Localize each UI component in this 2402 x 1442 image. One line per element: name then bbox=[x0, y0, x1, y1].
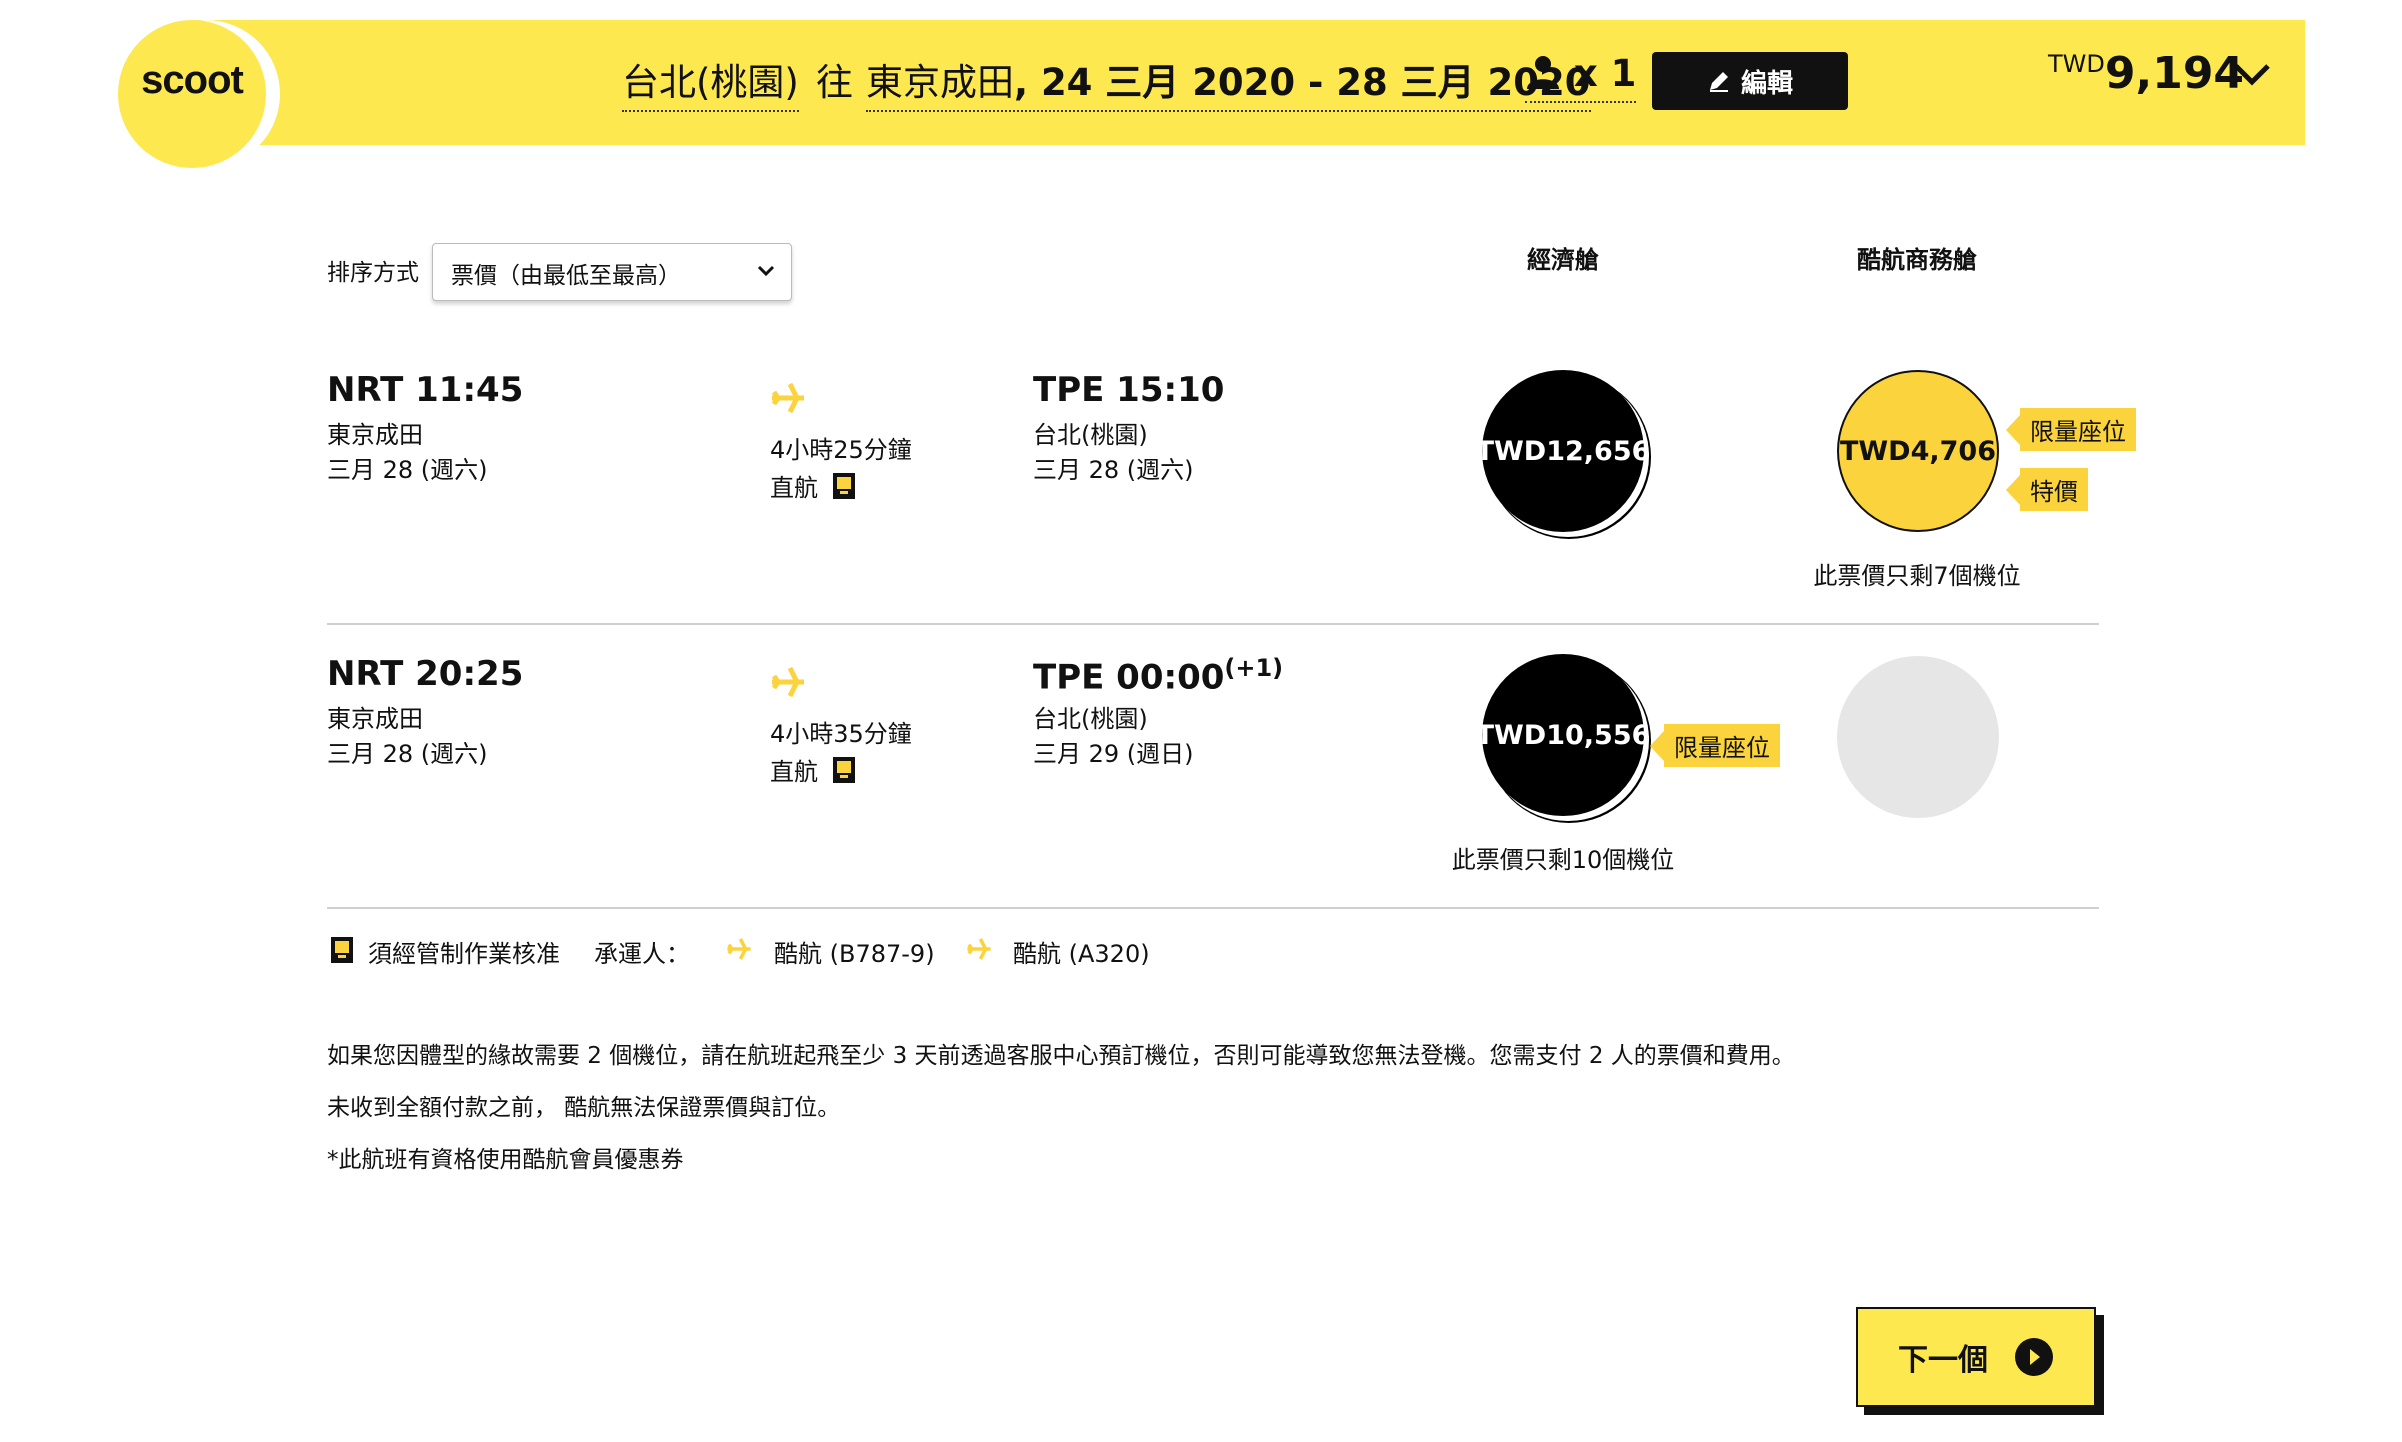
business-fare-unavailable bbox=[1837, 656, 1999, 818]
pencil-icon bbox=[1709, 72, 1728, 92]
note-voucher: *此航班有資格使用酷航會員優惠券 bbox=[327, 1147, 684, 1173]
limited-seats-tag: 限量座位 bbox=[2006, 408, 2136, 451]
plane-icon bbox=[967, 938, 991, 960]
edit-button[interactable]: 編輯 bbox=[1652, 52, 1848, 110]
user-icon bbox=[1527, 56, 1559, 89]
row-divider bbox=[327, 907, 2099, 909]
plane-icon bbox=[771, 666, 804, 698]
arrival-time: TPE 15:10 bbox=[1033, 370, 1225, 410]
business-fare-button[interactable]: TWD4,706 bbox=[1837, 370, 1999, 532]
route-destination-dates[interactable]: 東京成田, 24 三月 2020 - 28 三月 2020 bbox=[866, 52, 1591, 112]
seats-remaining: 此票價只剩7個機位 bbox=[1813, 562, 2021, 590]
special-price-tag: 特價 bbox=[2006, 468, 2088, 511]
departure-time: NRT 20:25 bbox=[327, 654, 524, 694]
carrier-label: 承運人： bbox=[594, 940, 690, 968]
departure-date: 三月 28 (週六) bbox=[327, 456, 488, 484]
economy-fare-button[interactable]: TWD10,556 bbox=[1476, 654, 1650, 816]
document-icon bbox=[331, 937, 353, 963]
plane-icon bbox=[727, 938, 751, 960]
document-icon bbox=[833, 757, 855, 783]
carrier-2: 酷航 (A320) bbox=[1013, 940, 1150, 968]
booking-header: scoot 台北(桃園) 往 東京成田, 24 三月 2020 - 28 三月 … bbox=[0, 0, 2402, 168]
arrow-right-circle-icon bbox=[2015, 1338, 2053, 1376]
total-price[interactable]: TWD9,194 bbox=[2048, 48, 2244, 99]
column-business: 酷航商務艙 bbox=[1857, 246, 1977, 274]
note-payment: 未收到全額付款之前， 酷航無法保證票價與訂位。 bbox=[327, 1095, 841, 1121]
flight-stops: 直航 bbox=[770, 468, 856, 503]
carrier-1: 酷航 (B787-9) bbox=[774, 940, 935, 968]
flight-duration: 4小時35分鐘 bbox=[770, 720, 912, 748]
departure-time: NRT 11:45 bbox=[327, 370, 524, 410]
plane-icon bbox=[771, 382, 804, 414]
route-origin[interactable]: 台北(桃園) bbox=[622, 52, 799, 112]
arrival-date: 三月 29 (週日) bbox=[1033, 740, 1194, 768]
arrival-city: 台北(桃園) bbox=[1033, 421, 1148, 449]
next-button[interactable]: 下一個 bbox=[1856, 1307, 2096, 1407]
flight-stops: 直航 bbox=[770, 752, 856, 787]
flight-duration: 4小時25分鐘 bbox=[770, 436, 912, 464]
departure-city: 東京成田 bbox=[327, 705, 423, 733]
sort-label: 排序方式 bbox=[327, 260, 419, 286]
chevron-down-icon[interactable] bbox=[2232, 60, 2272, 88]
route-to-word: 往 bbox=[816, 61, 853, 104]
chevron-down-icon bbox=[757, 265, 775, 277]
passenger-count[interactable]: x 1 bbox=[1525, 52, 1637, 103]
arrival-city: 台北(桃園) bbox=[1033, 705, 1148, 733]
departure-date: 三月 28 (週六) bbox=[327, 740, 488, 768]
document-icon bbox=[833, 473, 855, 499]
seats-remaining: 此票價只剩10個機位 bbox=[1451, 846, 1675, 874]
scoot-logo[interactable]: scoot bbox=[118, 58, 266, 103]
row-divider bbox=[327, 623, 2099, 625]
economy-fare-button[interactable]: TWD12,656 bbox=[1476, 370, 1650, 532]
arrival-time: TPE 00:00(+1) bbox=[1033, 654, 1284, 698]
next-day-indicator: (+1) bbox=[1224, 654, 1284, 682]
note-seating: 如果您因體型的緣故需要 2 個機位，請在航班起飛至少 3 天前透過客服中心預訂機… bbox=[327, 1043, 1795, 1069]
approval-legend: 須經管制作業核准 bbox=[368, 940, 560, 968]
column-economy: 經濟艙 bbox=[1527, 246, 1599, 274]
limited-seats-tag: 限量座位 bbox=[1650, 724, 1780, 767]
sort-select[interactable]: 票價（由最低至最高） bbox=[432, 243, 792, 301]
arrival-date: 三月 28 (週六) bbox=[1033, 456, 1194, 484]
departure-city: 東京成田 bbox=[327, 421, 423, 449]
